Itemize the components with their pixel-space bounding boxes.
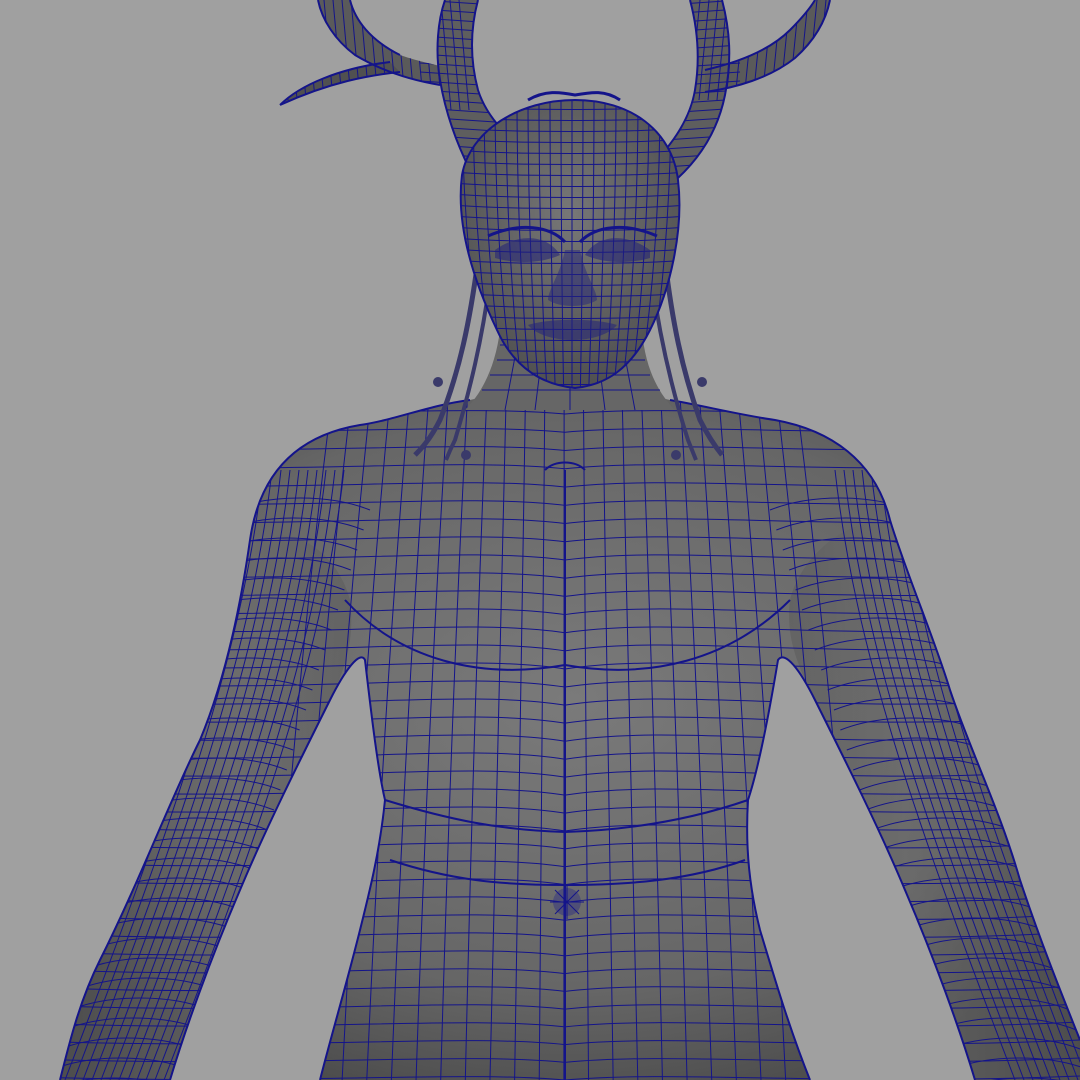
navel [550, 885, 584, 919]
viewport-canvas[interactable] [0, 0, 1080, 1080]
3d-viewport[interactable] [0, 0, 1080, 1080]
